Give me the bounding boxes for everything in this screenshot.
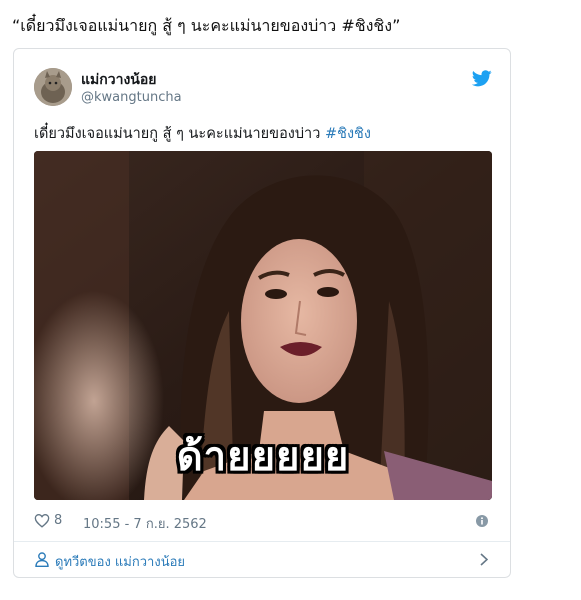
author-handle[interactable]: @kwangtuncha	[81, 90, 182, 105]
tweet-meta: 8 10:55 - 7 ก.ย. 2562	[34, 511, 490, 534]
hashtag-link[interactable]: #ชิงชิง	[325, 126, 371, 142]
media-caption: ด้ายยยยย	[176, 434, 350, 480]
tweet-media[interactable]: ด้ายยยยย	[34, 151, 492, 500]
author-name[interactable]: แม่กวางน้อย	[81, 69, 156, 91]
view-profile-label[interactable]: ดูทวีตของ แม่กวางน้อย	[55, 551, 185, 572]
tweet-card: แม่กวางน้อย @kwangtuncha เดี๋ยวมึงเจอแม่…	[13, 48, 511, 578]
person-icon	[35, 552, 49, 567]
like-count: 8	[54, 513, 63, 528]
twitter-bird-icon[interactable]	[472, 70, 492, 87]
embed-quote-text: “เดี๋ยวมึงเจอแม่นายกู สู้ ๆ นะคะแม่นายขอ…	[12, 16, 401, 35]
heart-icon[interactable]	[34, 513, 50, 528]
tweet-body: เดี๋ยวมึงเจอแม่นายกู สู้ ๆ นะคะแม่นายของ…	[34, 126, 325, 142]
avatar[interactable]	[34, 68, 72, 106]
view-profile-link[interactable]: ดูทวีตของ แม่กวางน้อย	[14, 542, 510, 578]
avatar-image	[34, 68, 72, 106]
tweet-timestamp[interactable]: 10:55 - 7 ก.ย. 2562	[83, 513, 207, 534]
tweet-text: เดี๋ยวมึงเจอแม่นายกู สู้ ๆ นะคะแม่นายของ…	[34, 122, 371, 145]
info-icon[interactable]	[476, 515, 488, 527]
chevron-right-icon[interactable]	[480, 553, 488, 566]
